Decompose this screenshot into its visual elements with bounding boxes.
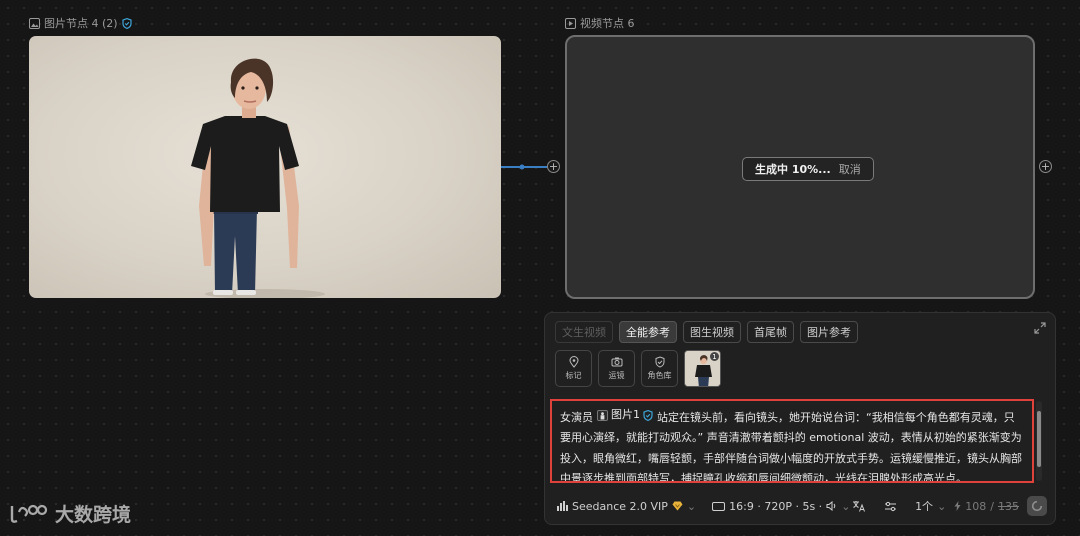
image-reference-chip-label: 图片1 [611, 408, 640, 421]
prompt-scrollbar[interactable] [1036, 401, 1042, 481]
generation-progress-text: 生成中 10%... [755, 163, 831, 176]
video-node-title: 视频节点 6 [580, 17, 635, 30]
credits-display: 108/135 [954, 500, 1019, 513]
aspect-ratio-icon [712, 501, 726, 511]
video-icon [565, 17, 576, 29]
prompt-prefix: 女演员 [560, 410, 593, 424]
woman-portrait-image [191, 58, 325, 298]
translate-button[interactable] [852, 500, 866, 512]
chevron-down-icon: ⌄ [937, 499, 947, 513]
sliders-icon [885, 501, 897, 511]
image-icon [29, 17, 40, 29]
watermark-logo: 大数跨境 [9, 500, 131, 527]
model-name: Seedance 2.0 VIP [572, 499, 668, 513]
chevron-down-icon: ⌄ [841, 499, 851, 513]
bars-icon [557, 501, 568, 511]
tool-row: 标记 运镜 角色库 1 [555, 350, 721, 387]
credits-current: 108 [965, 499, 987, 513]
mode-tabs: 文生视频 全能参考 图生视频 首尾帧 图片参考 [555, 321, 858, 343]
sound-icon [826, 501, 836, 511]
image-reference-chip[interactable]: 图片1 [597, 405, 653, 426]
prompt-textarea[interactable]: 女演员 图片1 站定在镜头前，看向镜头，她开始说台词：“我相信每个角色都有灵魂，只要… [550, 399, 1034, 483]
brand-logo-icon [10, 504, 48, 523]
mark-label: 标记 [565, 371, 582, 380]
watermark-brand: 大数跨境 [55, 504, 132, 526]
video-node-add-button[interactable]: + [1039, 160, 1052, 173]
reference-image-thumbnail[interactable]: 1 [684, 350, 721, 387]
bottom-toolbar: Seedance 2.0 VIP ⌄ 16:9 · 720P · 5s · ⌄ … [557, 496, 1047, 516]
camera-move-button[interactable]: 运镜 [598, 350, 635, 387]
generation-status-pill: 生成中 10%... 取消 [742, 157, 874, 181]
vip-diamond-icon [672, 501, 683, 511]
generation-panel: 文生视频 全能参考 图生视频 首尾帧 图片参考 标记 运镜 角色库 1 女演员 … [544, 312, 1056, 525]
cancel-button[interactable]: 取消 [839, 161, 861, 177]
count-text: 1个 [915, 500, 934, 513]
image-node-title: 图片节点 4 (2) [44, 17, 118, 30]
loading-spinner-icon [1031, 500, 1043, 512]
mark-button[interactable]: 标记 [555, 350, 592, 387]
tab-first-last-frame[interactable]: 首尾帧 [747, 321, 794, 343]
model-select[interactable]: Seedance 2.0 VIP ⌄ [557, 500, 696, 513]
person-icon [597, 409, 608, 421]
settings-button[interactable] [884, 501, 897, 512]
video-node[interactable]: 生成中 10%... 取消 [565, 35, 1035, 299]
video-spec-text: 16:9 · 720P · 5s · [729, 499, 823, 513]
count-select[interactable]: 1个 ⌄ [915, 498, 946, 514]
connect-add-button[interactable]: + [547, 160, 560, 173]
tab-image-reference[interactable]: 图片参考 [800, 321, 858, 343]
lightning-icon [954, 501, 961, 511]
tab-image-to-video[interactable]: 图生视频 [683, 321, 741, 343]
credits-total: 135 [998, 499, 1019, 513]
character-library-button[interactable]: 角色库 [641, 350, 678, 387]
camera-icon [611, 357, 622, 367]
chevron-down-icon: ⌄ [686, 499, 697, 513]
tab-text-to-video[interactable]: 文生视频 [555, 321, 613, 343]
camera-move-label: 运镜 [608, 371, 625, 380]
verified-shield-icon [121, 17, 132, 29]
image-node-label: 图片节点 4 (2) [29, 15, 132, 31]
character-library-label: 角色库 [647, 371, 672, 380]
video-node-label: 视频节点 6 [565, 15, 635, 31]
location-pin-icon [568, 356, 579, 368]
generate-button[interactable] [1027, 496, 1047, 516]
expand-icon[interactable] [1034, 322, 1046, 334]
reference-count-badge: 1 [710, 352, 719, 361]
verified-shield-icon [643, 409, 653, 421]
translate-icon [853, 501, 866, 512]
image-node-preview[interactable] [29, 36, 501, 298]
video-settings-select[interactable]: 16:9 · 720P · 5s · ⌄ [712, 500, 850, 513]
shield-icon [655, 356, 664, 368]
tab-omni-reference[interactable]: 全能参考 [619, 321, 677, 343]
